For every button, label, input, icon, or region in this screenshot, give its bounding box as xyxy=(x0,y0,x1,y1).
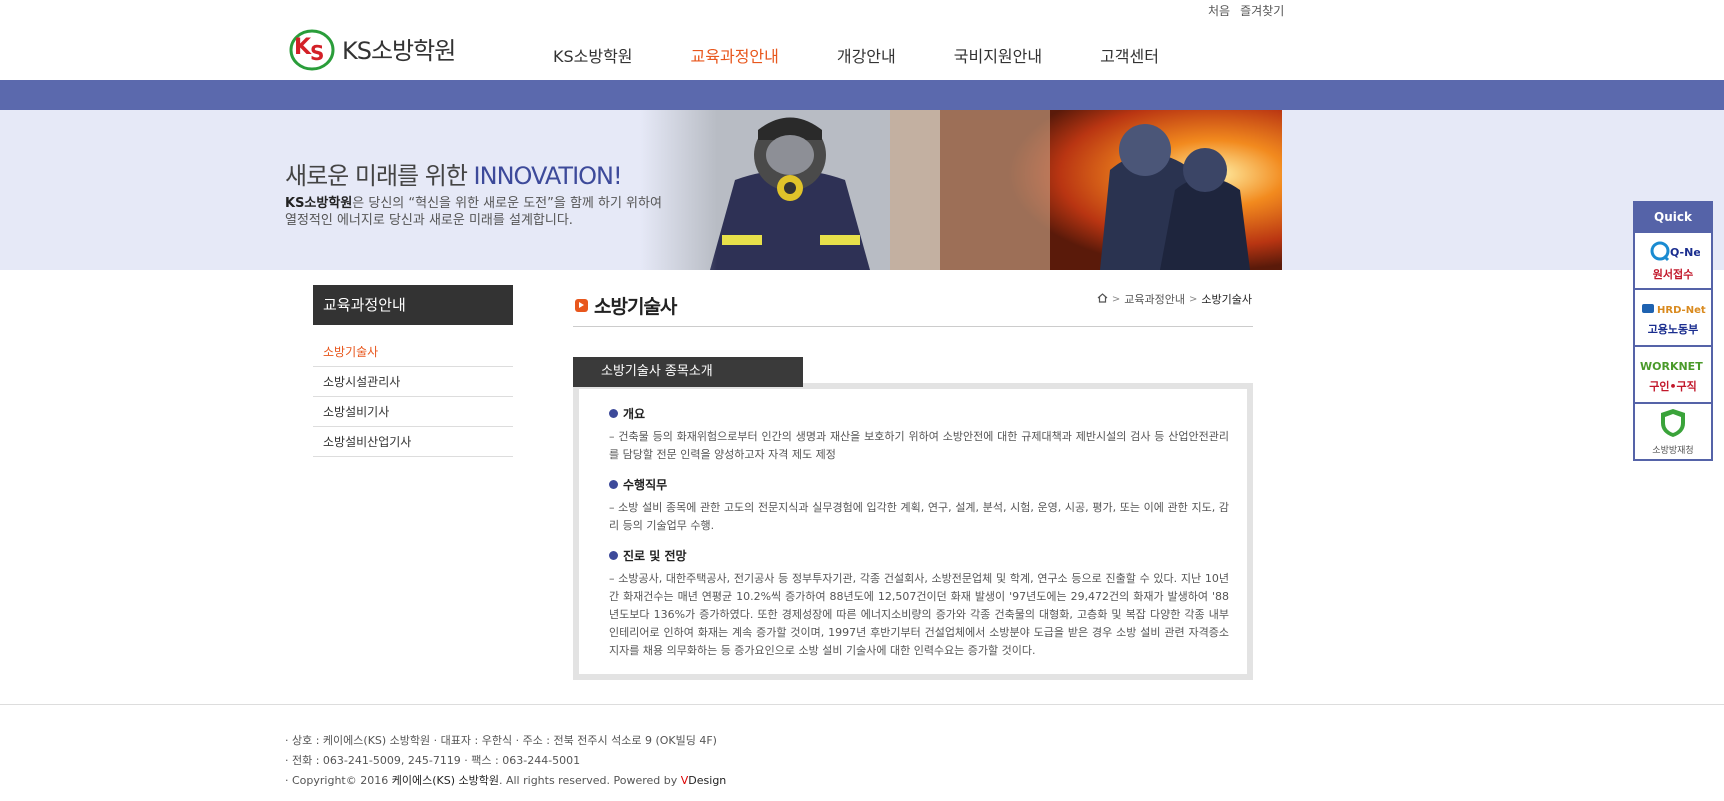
worknet-logo-text: WORKNET xyxy=(1640,360,1703,373)
section-title: 개요 xyxy=(623,407,646,421)
quick-item-qnet[interactable]: Q-Net 원서접수 xyxy=(1635,231,1711,288)
hero-description: KS소방학원은 당신의 “혁신을 위한 새로운 도전”을 함께 하기 위하여 열… xyxy=(285,195,662,229)
lnb-item-fire-engineer[interactable]: 소방기술사 xyxy=(313,337,513,367)
chevron-right-icon: > xyxy=(1111,293,1121,305)
hero-title-pre: 새로운 미래를 위한 xyxy=(285,162,474,190)
quick-label: 구인•구직 xyxy=(1649,379,1697,393)
section-career: 진로 및 전망 – 소방공사, 대한주택공사, 전기공사 등 정부투자기관, 각… xyxy=(609,547,1229,660)
chevron-right-icon: > xyxy=(1189,293,1198,305)
copyright-company: 케이에스(KS) 소방학원 xyxy=(391,774,499,787)
section-body: – 소방 설비 종목에 관한 고도의 전문지식과 실무경험에 입각한 계획, 연… xyxy=(609,501,1229,532)
footer-divider xyxy=(0,704,1724,705)
ks-logo-icon: K S xyxy=(288,24,336,72)
bullet-icon xyxy=(609,480,618,489)
breadcrumb-level1[interactable]: 교육과정안내 xyxy=(1124,291,1185,307)
quick-item-nema[interactable]: 소방방재청 xyxy=(1635,402,1711,459)
nav-item-support[interactable]: 고객센터 xyxy=(1100,43,1159,67)
hero-text: 새로운 미래를 위한 INNOVATION! KS소방학원은 당신의 “혁신을 … xyxy=(285,156,662,229)
breadcrumb: > 교육과정안내 > 소방기술사 xyxy=(1097,291,1252,307)
title-bullet-icon xyxy=(575,299,588,312)
copyright-pre: · Copyright© 2016 xyxy=(285,774,392,787)
section-body: – 건축물 등의 화재위험으로부터 인간의 생명과 재산을 보호하기 위하여 소… xyxy=(609,430,1229,461)
quick-item-worknet[interactable]: WORKNET 구인•구직 xyxy=(1635,345,1711,402)
hero-desc-brand: KS소방학원 xyxy=(285,196,353,211)
breadcrumb-current: 소방기술사 xyxy=(1201,293,1252,306)
page-title-text: 소방기술사 xyxy=(594,296,677,318)
page-title: 소방기술사 xyxy=(575,292,677,319)
lnb-item-fire-equipment-industrial[interactable]: 소방설비산업기사 xyxy=(313,427,513,457)
nav-item-ks-academy[interactable]: KS소방학원 xyxy=(553,43,633,67)
firefighter-hero-image xyxy=(640,110,1282,270)
favorite-link[interactable]: 즐겨찾기 xyxy=(1240,2,1284,19)
section-heading: 개요 xyxy=(609,405,1229,422)
quick-label: 고용노동부 xyxy=(1647,322,1699,336)
hero-desc-line2: 열정적인 에너지로 당신과 새로운 미래를 설계합니다. xyxy=(285,213,573,228)
footer-copyright: · Copyright© 2016 케이에스(KS) 소방학원. All rig… xyxy=(285,771,726,791)
section-overview: 개요 – 건축물 등의 화재위험으로부터 인간의 생명과 재산을 보호하기 위하… xyxy=(609,405,1229,464)
qnet-logo-text: Q-Net xyxy=(1670,246,1700,259)
content-tab: 소방기술사 종목소개 xyxy=(573,357,803,387)
section-duties: 수행직무 – 소방 설비 종목에 관한 고도의 전문지식과 실무경험에 입각한 … xyxy=(609,476,1229,535)
home-link[interactable]: 처음 xyxy=(1208,2,1230,19)
side-menu: 소방기술사 소방시설관리사 소방설비기사 소방설비산업기사 xyxy=(313,337,513,457)
shield-icon xyxy=(1657,407,1689,443)
worknet-icon: WORKNET xyxy=(1638,356,1708,378)
lnb-item-fire-facility-manager[interactable]: 소방시설관리사 xyxy=(313,367,513,397)
section-body: – 소방공사, 대한주택공사, 전기공사 등 정부투자기관, 각종 건설회사, … xyxy=(609,572,1229,657)
nav-item-funding[interactable]: 국비지원안내 xyxy=(954,43,1042,67)
nav-item-schedule[interactable]: 개강안내 xyxy=(837,43,896,67)
qnet-icon: Q-Net xyxy=(1646,240,1706,266)
brand-name: KS소방학원 xyxy=(342,36,456,65)
quick-menu-title: Quick Menu xyxy=(1635,203,1711,252)
hero-desc-line1: 은 당신의 “혁신을 위한 새로운 도전”을 함께 하기 위하여 xyxy=(352,196,662,211)
utility-links: 처음 즐겨찾기 xyxy=(1208,2,1284,19)
bullet-icon xyxy=(609,551,618,560)
lnb-item-fire-equipment-engineer[interactable]: 소방설비기사 xyxy=(313,397,513,427)
section-heading: 수행직무 xyxy=(609,476,1229,493)
lnb-title: 교육과정안내 xyxy=(313,285,513,325)
home-icon[interactable] xyxy=(1097,292,1108,306)
footer-company-info: · 상호 : 케이에스(KS) 소방학원 · 대표자 : 우한식 · 주소 : … xyxy=(285,734,717,747)
nav-band xyxy=(0,80,1724,110)
section-heading: 진로 및 전망 xyxy=(609,547,1229,564)
hrdnet-logo-text: HRD-Net xyxy=(1657,305,1706,316)
quick-menu: Quick Menu Q-Net 원서접수 HRD-Net 고용노동부 WORK… xyxy=(1633,201,1713,461)
hrdnet-icon: HRD-Net xyxy=(1640,299,1706,321)
footer-contact-info: · 전화 : 063-241-5009, 245-7119 · 팩스 : 063… xyxy=(285,754,581,767)
title-divider xyxy=(573,326,1253,327)
vdesign-text: Design xyxy=(688,774,727,787)
hero-title: 새로운 미래를 위한 INNOVATION! xyxy=(285,156,662,191)
section-title: 진로 및 전망 xyxy=(623,549,687,563)
quick-label: 원서접수 xyxy=(1652,267,1694,281)
hero-title-accent: INNOVATION! xyxy=(473,162,623,190)
copyright-mid: . All rights reserved. Powered by xyxy=(498,774,681,787)
nav-item-courses[interactable]: 교육과정안내 xyxy=(691,43,779,67)
bullet-icon xyxy=(609,409,618,418)
svg-text:S: S xyxy=(310,41,324,65)
quick-label: 소방방재청 xyxy=(1652,446,1694,456)
quick-item-hrdnet[interactable]: HRD-Net 고용노동부 xyxy=(1635,288,1711,345)
footer: · 상호 : 케이에스(KS) 소방학원 · 대표자 : 우한식 · 주소 : … xyxy=(285,731,726,791)
section-title: 수행직무 xyxy=(623,478,668,492)
site-logo[interactable]: K S KS소방학원 xyxy=(288,24,456,72)
main-nav: KS소방학원 교육과정안내 개강안내 국비지원안내 고객센터 xyxy=(553,43,1217,67)
